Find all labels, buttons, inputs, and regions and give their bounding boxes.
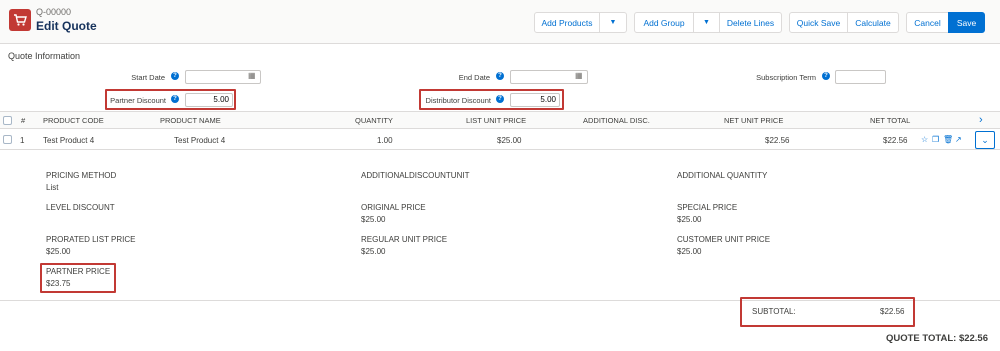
subscription-term-field[interactable] [835, 70, 886, 84]
column-header-list-unit-price[interactable]: LIST UNIT PRICE [466, 116, 526, 125]
start-date-label: Start Date [131, 73, 165, 82]
add-products-button[interactable]: Add Products [534, 12, 600, 33]
save-button[interactable]: Save [948, 12, 985, 33]
distributor-discount-label: Distributor Discount [425, 96, 491, 105]
additional-discount-unit-label: ADDITIONALDISCOUNTUNIT [361, 171, 470, 180]
regular-unit-price-value: $25.00 [361, 247, 386, 256]
distributor-discount-field[interactable]: 5.00 [510, 93, 560, 107]
partner-discount-field[interactable]: 5.00 [185, 93, 233, 107]
help-icon[interactable]: ? [496, 72, 504, 80]
help-icon[interactable]: ? [822, 72, 830, 80]
chevron-down-icon[interactable]: ⌄ [975, 131, 995, 149]
column-header-quantity[interactable]: QUANTITY [355, 116, 393, 125]
level-discount-label: LEVEL DISCOUNT [46, 203, 115, 212]
calendar-icon[interactable]: ▦ [248, 71, 256, 80]
prorated-list-price-value: $25.00 [46, 247, 71, 256]
table-header: # PRODUCT CODE PRODUCT NAME QUANTITY LIS… [0, 111, 1000, 129]
customer-unit-price-value: $25.00 [677, 247, 702, 256]
column-header-number: # [21, 116, 26, 125]
row-checkbox[interactable] [3, 135, 12, 144]
delete-lines-button[interactable]: Delete Lines [719, 12, 782, 33]
help-icon[interactable]: ? [496, 95, 504, 103]
special-price-value: $25.00 [677, 215, 702, 224]
select-all-checkbox[interactable] [3, 116, 12, 125]
product-name-cell: Test Product 4 [174, 136, 226, 145]
clone-icon[interactable]: ❐ [932, 135, 939, 144]
row-number: 1 [20, 136, 25, 145]
special-price-label: SPECIAL PRICE [677, 203, 738, 212]
chevron-right-icon[interactable]: › [979, 114, 983, 126]
net-total-cell: $22.56 [883, 136, 908, 145]
chevron-down-icon: ▼ [609, 19, 617, 26]
column-header-additional-disc[interactable]: ADDITIONAL DISC. [583, 116, 650, 125]
table-row: 1 Test Product 4 Test Product 4 1.00 $25… [0, 129, 1000, 150]
quote-cart-icon [9, 9, 31, 31]
prorated-list-price-label: PRORATED LIST PRICE [46, 235, 136, 244]
column-header-product-code[interactable]: PRODUCT CODE [43, 116, 104, 125]
column-header-net-unit-price[interactable]: NET UNIT PRICE [724, 116, 783, 125]
quantity-cell[interactable]: 1.00 [377, 136, 393, 145]
quote-number: Q-00000 [36, 7, 72, 17]
customer-unit-price-label: CUSTOMER UNIT PRICE [677, 235, 771, 244]
section-title: Quote Information [8, 51, 81, 61]
column-header-net-total[interactable]: NET TOTAL [870, 116, 910, 125]
partner-discount-label: Partner Discount [110, 96, 166, 105]
delete-icon[interactable]: 🗑 [943, 135, 953, 144]
regular-unit-price-label: REGULAR UNIT PRICE [361, 235, 448, 244]
page-header: Q-00000 Edit Quote Add Products ▼ Add Gr… [0, 0, 1000, 44]
cancel-button[interactable]: Cancel [906, 12, 949, 33]
quick-save-button[interactable]: Quick Save [789, 12, 848, 33]
net-unit-price-cell: $22.56 [765, 136, 790, 145]
add-group-dropdown-button[interactable]: ▼ [693, 12, 720, 33]
list-unit-price-cell: $25.00 [497, 136, 522, 145]
partner-price-value: $23.75 [46, 279, 71, 288]
subtotal-label: SUBTOTAL: [752, 307, 796, 316]
help-icon[interactable]: ? [171, 72, 179, 80]
subscription-term-label: Subscription Term [756, 73, 816, 82]
calendar-icon[interactable]: ▦ [575, 71, 583, 80]
additional-quantity-label: ADDITIONAL QUANTITY [677, 171, 768, 180]
help-icon[interactable]: ? [171, 95, 179, 103]
original-price-value: $25.00 [361, 215, 386, 224]
trend-icon[interactable]: ↗ [955, 135, 962, 144]
pricing-method-value: List [46, 183, 59, 192]
column-header-product-name[interactable]: PRODUCT NAME [160, 116, 221, 125]
original-price-label: ORIGINAL PRICE [361, 203, 426, 212]
calculate-button[interactable]: Calculate [847, 12, 899, 33]
quote-total: QUOTE TOTAL: $22.56 [885, 333, 988, 344]
partner-price-label: PARTNER PRICE [46, 267, 111, 276]
add-group-button[interactable]: Add Group [634, 12, 694, 33]
subtotal-value: $22.56 [880, 307, 905, 316]
add-products-dropdown-button[interactable]: ▼ [599, 12, 627, 33]
pricing-method-label: PRICING METHOD [46, 171, 117, 180]
page-title: Edit Quote [36, 19, 97, 33]
chevron-down-icon: ▼ [703, 19, 710, 26]
star-icon[interactable]: ☆ [921, 135, 928, 144]
product-code-cell: Test Product 4 [43, 136, 95, 145]
end-date-label: End Date [458, 73, 490, 82]
